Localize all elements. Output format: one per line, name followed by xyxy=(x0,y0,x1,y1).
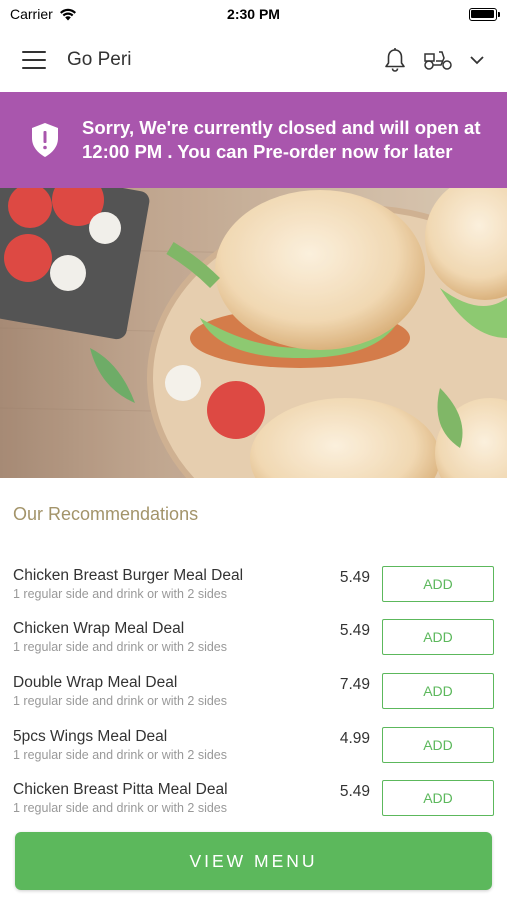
list-item: Chicken Breast Pitta Meal Deal 1 regular… xyxy=(0,771,507,825)
item-description: 1 regular side and drink or with 2 sides xyxy=(13,801,228,816)
dropdown-toggle[interactable] xyxy=(469,55,485,65)
carrier-label: Carrier xyxy=(10,6,53,22)
item-name: 5pcs Wings Meal Deal xyxy=(13,727,168,745)
item-price: 4.99 xyxy=(339,729,370,747)
delivery-mode-button[interactable] xyxy=(423,49,453,71)
list-item: 5pcs Wings Meal Deal 1 regular side and … xyxy=(0,718,507,772)
item-price: 7.49 xyxy=(339,675,370,693)
app-header: Go Peri xyxy=(0,28,507,92)
add-button[interactable]: ADD xyxy=(382,619,494,656)
list-item: Chicken Breast Burger Meal Deal 1 regula… xyxy=(0,557,507,611)
bell-icon xyxy=(385,48,405,72)
food-photo xyxy=(0,188,507,478)
item-name: Chicken Wrap Meal Deal xyxy=(13,620,185,638)
chevron-down-icon xyxy=(470,56,484,65)
recommendations-title: Our Recommendations xyxy=(13,504,199,524)
item-name: Chicken Breast Pitta Meal Deal xyxy=(13,781,228,799)
add-button[interactable]: ADD xyxy=(382,780,494,817)
status-left: Carrier xyxy=(10,6,150,22)
item-name: Double Wrap Meal Deal xyxy=(13,673,178,691)
view-menu-button[interactable]: VIEW MENU xyxy=(15,832,492,890)
item-info: 5pcs Wings Meal Deal 1 regular side and … xyxy=(13,727,310,763)
list-item: Chicken Wrap Meal Deal 1 regular side an… xyxy=(0,611,507,665)
item-info: Chicken Breast Burger Meal Deal 1 regula… xyxy=(13,566,310,602)
battery-icon xyxy=(468,7,500,21)
add-button[interactable]: ADD xyxy=(382,565,494,602)
item-info: Double Wrap Meal Deal 1 regular side and… xyxy=(13,673,310,709)
item-info: Chicken Wrap Meal Deal 1 regular side an… xyxy=(13,619,310,655)
list-item: Double Wrap Meal Deal 1 regular side and… xyxy=(0,664,507,718)
status-right xyxy=(357,7,500,21)
item-price: 5.49 xyxy=(339,783,370,801)
header-icons xyxy=(383,47,485,73)
item-info: Chicken Breast Pitta Meal Deal 1 regular… xyxy=(13,780,310,816)
closed-banner: Sorry, We're currently closed and will o… xyxy=(0,92,507,188)
notifications-button[interactable] xyxy=(383,47,407,73)
recommendations-list: Chicken Breast Burger Meal Deal 1 regula… xyxy=(0,557,507,825)
closed-message: Sorry, We're currently closed and will o… xyxy=(82,117,481,162)
status-time: 2:30 PM xyxy=(227,6,280,22)
item-price: 5.49 xyxy=(339,568,370,586)
item-name: Chicken Breast Burger Meal Deal xyxy=(13,566,244,584)
scooter-icon xyxy=(424,51,452,70)
item-description: 1 regular side and drink or with 2 sides xyxy=(13,586,228,601)
add-button[interactable]: ADD xyxy=(382,672,494,709)
item-description: 1 regular side and drink or with 2 sides xyxy=(13,747,228,762)
menu-icon[interactable] xyxy=(22,51,46,69)
app-title: Go Peri xyxy=(67,49,132,70)
status-bar: Carrier 2:30 PM xyxy=(0,0,507,28)
add-button[interactable]: ADD xyxy=(382,726,494,763)
item-description: 1 regular side and drink or with 2 sides xyxy=(13,640,228,655)
item-description: 1 regular side and drink or with 2 sides xyxy=(13,693,228,708)
item-price: 5.49 xyxy=(339,622,370,640)
shield-icon xyxy=(32,123,58,157)
hero-image xyxy=(0,188,507,478)
wifi-icon xyxy=(59,8,76,20)
